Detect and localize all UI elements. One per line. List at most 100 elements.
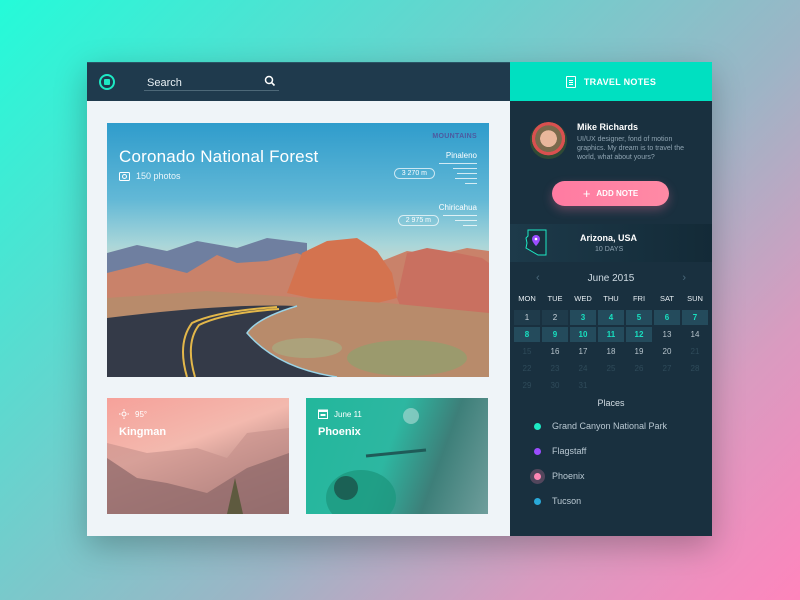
elevation-lines <box>443 215 477 226</box>
elevation-badge: 3 270 m <box>393 168 435 179</box>
place-name: Flagstaff <box>552 446 587 456</box>
calendar-day[interactable]: 12 <box>626 327 652 342</box>
mountain-item: Pinaleno 3 270 m <box>393 151 477 184</box>
next-month-button[interactable]: › <box>682 272 686 284</box>
elevation-lines <box>439 163 477 184</box>
add-note-label: ADD NOTE <box>596 189 639 198</box>
calendar-icon <box>318 409 328 419</box>
app-logo-icon[interactable] <box>99 74 115 90</box>
calendar-day[interactable]: 7 <box>682 310 708 325</box>
user-profile: Mike Richards UI/UX designer, fond of mo… <box>530 122 702 162</box>
place-dot-icon <box>534 447 541 455</box>
calendar-day[interactable]: 27 <box>654 361 680 376</box>
user-bio: UI/UX designer, fond of motion graphics.… <box>577 136 684 161</box>
avatar[interactable] <box>530 122 567 159</box>
calendar-day[interactable]: 4 <box>598 310 624 325</box>
calendar-day[interactable]: 15 <box>514 344 540 359</box>
calendar-day[interactable]: 14 <box>682 327 708 342</box>
calendar-day[interactable]: 20 <box>654 344 680 359</box>
place-name: Grand Canyon National Park <box>552 421 668 431</box>
mountain-name: Pinaleno <box>445 151 477 160</box>
weekday-label: TUE <box>547 294 563 303</box>
city-card-phoenix[interactable]: June 11 Phoenix <box>306 398 488 514</box>
region-banner: Arizona, USA 10 DAYS <box>510 224 712 262</box>
camera-icon <box>119 171 130 181</box>
calendar-day[interactable]: 17 <box>570 344 596 359</box>
hero-card[interactable]: Coronado National Forest 150 photos MOUN… <box>107 123 489 377</box>
calendar-day[interactable]: 22 <box>514 361 540 376</box>
calendar-week: 8 9 10 11 12 13 14 <box>513 327 709 342</box>
calendar-week: 22 23 24 25 26 27 28 <box>513 361 709 376</box>
place-item[interactable]: Flagstaff <box>534 446 586 456</box>
calendar-day[interactable]: 28 <box>682 361 708 376</box>
weekday-label: WED <box>574 294 592 303</box>
calendar-day[interactable]: 18 <box>598 344 624 359</box>
calendar: MON TUE WED THU FRI SAT SUN 1 2 3 4 5 6 7 8 9 10 11 12 13 1… <box>513 294 709 393</box>
calendar-week: 15 16 17 18 19 20 21 <box>513 344 709 359</box>
notepad-icon <box>565 75 576 88</box>
calendar-day[interactable]: 29 <box>514 378 540 393</box>
city-card-kingman[interactable]: 95° Kingman <box>107 398 289 514</box>
temperature: 95° <box>135 409 148 419</box>
prev-month-button[interactable]: ‹ <box>536 272 540 284</box>
calendar-day[interactable]: 19 <box>626 344 652 359</box>
calendar-day[interactable]: 10 <box>570 327 596 342</box>
calendar-week: 29 30 31 <box>513 378 709 393</box>
calendar-day[interactable]: 3 <box>570 310 596 325</box>
calendar-day[interactable]: 8 <box>514 327 540 342</box>
weekday-label: SUN <box>687 294 703 303</box>
sidebar-title: TRAVEL NOTES <box>583 76 657 87</box>
calendar-day[interactable]: 13 <box>654 327 680 342</box>
mountain-name: Chiricahua <box>438 203 477 212</box>
calendar-day[interactable]: 6 <box>654 310 680 325</box>
search-icon[interactable] <box>264 75 276 87</box>
trip-date: June 11 <box>318 409 362 419</box>
photo-count-label: 150 photos <box>136 171 181 181</box>
photo-count[interactable]: 150 photos <box>119 171 181 181</box>
weekday-header: MON TUE WED THU FRI SAT SUN <box>513 294 709 308</box>
calendar-day[interactable]: 21 <box>682 344 708 359</box>
place-dot-icon <box>534 422 541 430</box>
top-bar <box>87 62 510 101</box>
calendar-day[interactable]: 11 <box>598 327 624 342</box>
calendar-day[interactable]: 16 <box>542 344 568 359</box>
region-name: Arizona, USA <box>580 233 638 243</box>
place-item[interactable]: Grand Canyon National Park <box>534 421 667 431</box>
month-nav: ‹ June 2015 › <box>510 272 712 284</box>
city-name: Phoenix <box>318 426 361 438</box>
place-item[interactable]: Tucson <box>534 496 581 506</box>
place-item[interactable]: Phoenix <box>534 471 585 481</box>
trip-duration: 10 DAYS <box>595 246 624 253</box>
date-label: June 11 <box>334 409 362 419</box>
elevation-badge: 2 975 m <box>397 215 439 226</box>
main-panel: Coronado National Forest 150 photos MOUN… <box>87 62 510 536</box>
search-field[interactable] <box>144 73 279 91</box>
calendar-day[interactable]: 31 <box>570 378 596 393</box>
place-dot-icon <box>534 472 541 480</box>
search-input[interactable] <box>144 75 254 89</box>
travel-notes-sidebar: TRAVEL NOTES Mike Richards UI/UX designe… <box>510 62 712 536</box>
add-note-button[interactable]: + ADD NOTE <box>552 181 669 206</box>
calendar-day[interactable]: 1 <box>514 310 540 325</box>
calendar-day[interactable]: 9 <box>542 327 568 342</box>
calendar-day[interactable]: 30 <box>542 378 568 393</box>
calendar-day[interactable]: 26 <box>626 361 652 376</box>
calendar-day[interactable]: 25 <box>598 361 624 376</box>
sun-icon <box>119 409 129 419</box>
place-name: Tucson <box>552 496 582 506</box>
mountains-heading: MOUNTAINS <box>432 133 477 140</box>
month-label: June 2015 <box>587 272 635 284</box>
weekday-label: MON <box>518 294 536 303</box>
weekday-label: THU <box>603 294 619 303</box>
calendar-day[interactable]: 2 <box>542 310 568 325</box>
place-dot-icon <box>534 497 541 505</box>
places-heading: Places <box>597 398 625 408</box>
user-name: Mike Richards <box>577 122 639 132</box>
calendar-week: 1234567 <box>513 310 709 325</box>
calendar-day[interactable]: 23 <box>542 361 568 376</box>
arizona-map-icon <box>525 229 547 256</box>
weekday-label: SAT <box>659 294 675 303</box>
calendar-day[interactable]: 24 <box>570 361 596 376</box>
place-name: Phoenix <box>552 471 585 481</box>
calendar-day[interactable]: 5 <box>626 310 652 325</box>
